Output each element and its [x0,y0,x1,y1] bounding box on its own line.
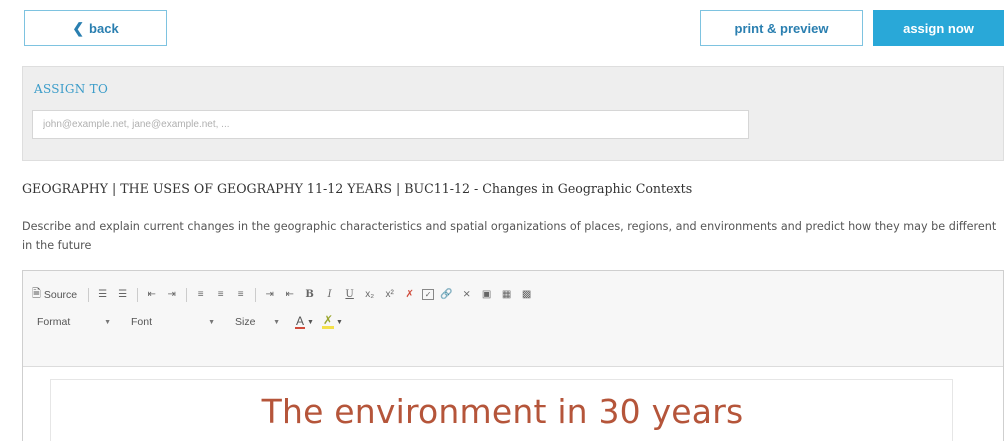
rich-text-editor: 🗎 Source ☰ ☰ ⇤ ⇥ ≡ ≡ ≡ ⇥ ⇤ B I U x₂ x² ✗… [22,270,1004,441]
numbered-list-icon[interactable]: ☰ [95,287,110,302]
chevron-down-icon: ▼ [208,318,215,326]
print-preview-button[interactable]: print & preview [700,10,863,46]
chevron-down-icon: ▼ [336,318,343,326]
editor-content-area[interactable]: The environment in 30 years [23,368,1003,441]
assign-to-input[interactable] [32,110,749,139]
align-left-icon[interactable]: ≡ [193,287,208,302]
bold-icon[interactable]: B [302,287,317,302]
subscript-icon[interactable]: x₂ [362,287,377,302]
size-dropdown-label: Size [235,316,256,328]
italic-icon[interactable]: I [322,287,337,302]
remove-format-icon[interactable]: ✗ [402,287,417,302]
checkbox-icon[interactable]: ✓ [422,289,435,300]
bulleted-list-icon[interactable]: ☰ [115,287,130,302]
chevron-down-icon: ▼ [273,318,280,326]
assign-now-button[interactable]: assign now [873,10,1004,46]
image-icon[interactable]: ▣ [479,287,494,302]
ltr-icon[interactable]: ⇥ [262,287,277,302]
document-frame: The environment in 30 years [50,379,953,441]
toolbar-row-1: 🗎 Source ☰ ☰ ⇤ ⇥ ≡ ≡ ≡ ⇥ ⇤ B I U x₂ x² ✗… [32,285,539,304]
highlight-icon: ✗ [321,313,335,329]
toolbar-row-2: Format ▼ Font ▼ Size ▼ A ▼ ✗ ▼ [32,313,351,331]
rtl-icon[interactable]: ⇤ [282,287,297,302]
font-dropdown-label: Font [131,316,153,328]
chevron-down-icon: ▼ [104,318,111,326]
link-icon[interactable]: 🔗 [439,287,454,302]
chevron-down-icon: ▼ [307,318,314,326]
align-center-icon[interactable]: ≡ [213,287,228,302]
outdent-icon[interactable]: ⇤ [144,287,159,302]
toolbar-separator [186,287,188,302]
back-button-label: back [89,20,119,36]
editor-toolbar: 🗎 Source ☰ ☰ ⇤ ⇥ ≡ ≡ ≡ ⇥ ⇤ B I U x₂ x² ✗… [23,271,1003,367]
text-color-button[interactable]: A ▼ [295,313,314,329]
toolbar-separator [88,287,90,302]
video-icon[interactable]: ▩ [519,287,534,302]
assign-to-label: ASSIGN TO [34,82,109,96]
table-icon[interactable]: ▦ [499,287,514,302]
assign-to-panel: ASSIGN TO [22,66,1004,161]
standard-description: Describe and explain current changes in … [22,220,997,252]
font-dropdown[interactable]: Font ▼ [126,313,220,331]
standard-title: GEOGRAPHY | THE USES OF GEOGRAPHY 11-12 … [22,181,693,196]
source-button[interactable]: 🗎 Source [32,285,77,304]
highlight-color-button[interactable]: ✗ ▼ [321,313,343,329]
format-dropdown[interactable]: Format ▼ [32,313,116,331]
chevron-left-icon: ❮ [72,19,85,36]
indent-icon[interactable]: ⇥ [164,287,179,302]
text-color-icon: A [295,313,306,329]
back-button[interactable]: ❮ back [24,10,167,46]
source-label: Source [43,288,78,301]
superscript-icon[interactable]: x² [382,287,397,302]
underline-icon[interactable]: U [342,287,357,302]
toolbar-separator [137,287,139,302]
unlink-icon[interactable]: ⨯ [459,287,474,302]
align-right-icon[interactable]: ≡ [233,287,248,302]
document-heading: The environment in 30 years [261,392,744,431]
toolbar-separator [255,287,257,302]
size-dropdown[interactable]: Size ▼ [230,313,285,331]
format-dropdown-label: Format [37,316,71,328]
source-icon: 🗎 [32,288,41,300]
